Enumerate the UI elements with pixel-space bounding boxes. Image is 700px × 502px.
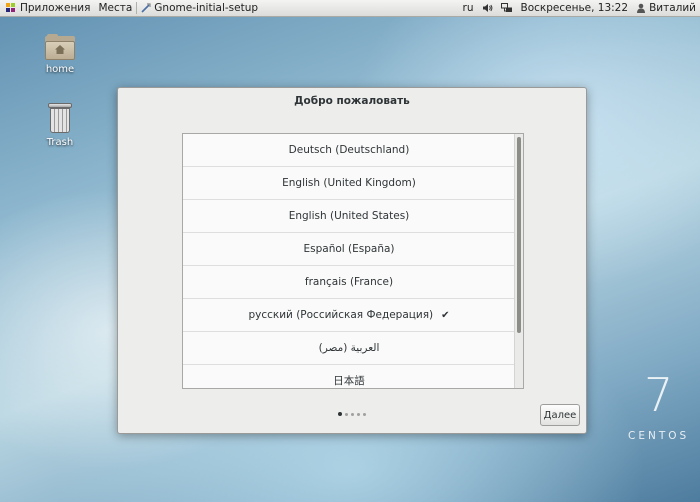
logo-icon (6, 3, 16, 13)
page-dot (351, 412, 354, 416)
user-menu[interactable]: Виталий (632, 0, 700, 16)
language-row[interactable]: 日本語 (183, 365, 515, 388)
language-row[interactable]: Español (España) (183, 233, 515, 266)
welcome-dialog: Добро пожаловать Deutsch (Deutschland) E… (117, 87, 587, 434)
language-label: Español (España) (303, 243, 395, 255)
places-menu[interactable]: Места (94, 0, 136, 16)
language-list: Deutsch (Deutschland) English (United Ki… (182, 133, 524, 389)
language-row[interactable]: العربية (مصر) (183, 332, 515, 365)
home-label: home (45, 64, 75, 75)
app-icon (141, 3, 151, 13)
trash-icon (48, 103, 72, 133)
active-app-label: Gnome-initial-setup (154, 2, 259, 14)
keyboard-layout-indicator[interactable]: ru (459, 0, 478, 16)
desktop-home[interactable]: home (30, 34, 90, 75)
keyboard-layout-label: ru (462, 2, 474, 14)
checkmark-icon: ✔ (441, 310, 450, 321)
network-indicator[interactable] (497, 0, 517, 16)
language-row-selected[interactable]: русский (Российская Федерация) ✔ (183, 299, 515, 332)
language-label: العربية (مصر) (318, 342, 380, 354)
desktop-trash[interactable]: Trash (30, 103, 90, 148)
language-label: English (United Kingdom) (282, 177, 416, 189)
clock[interactable]: Воскресенье, 13:22 (517, 0, 633, 16)
volume-control[interactable] (478, 0, 497, 16)
language-label: français (France) (304, 276, 394, 288)
places-label: Места (98, 2, 133, 14)
language-label: русский (Российская Федерация) (248, 309, 434, 321)
language-label: Deutsch (Deutschland) (288, 144, 410, 156)
scrollbar-thumb[interactable] (517, 137, 521, 333)
page-dot (363, 412, 366, 416)
applications-menu[interactable]: Приложения (0, 0, 94, 16)
top-panel: Приложения Места Gnome-initial-setup ru (0, 0, 700, 17)
language-row[interactable]: Deutsch (Deutschland) (183, 134, 515, 167)
clock-label: Воскресенье, 13:22 (520, 2, 629, 14)
page-dot (345, 412, 348, 416)
list-scrollbar[interactable] (514, 134, 523, 388)
language-row[interactable]: français (France) (183, 266, 515, 299)
page-indicator (338, 412, 366, 416)
network-icon (500, 3, 512, 12)
volume-icon (482, 4, 492, 12)
user-icon (637, 3, 646, 13)
centos-wordmark: CENTOS (628, 430, 690, 442)
page-dot-active (338, 412, 342, 416)
dialog-title: Добро пожаловать (294, 95, 410, 107)
page-dot (357, 412, 360, 416)
language-label: English (United States) (288, 210, 410, 222)
home-folder-icon (45, 34, 75, 60)
language-row[interactable]: English (United States) (183, 200, 515, 233)
user-label: Виталий (649, 2, 696, 14)
centos-numeral: 7 (644, 368, 674, 422)
language-label: 日本語 (333, 375, 365, 387)
language-row[interactable]: English (United Kingdom) (183, 167, 515, 200)
active-app-menu[interactable]: Gnome-initial-setup (137, 0, 262, 16)
applications-label: Приложения (20, 2, 91, 14)
trash-label: Trash (46, 137, 74, 148)
next-button[interactable]: Далее (540, 404, 580, 426)
